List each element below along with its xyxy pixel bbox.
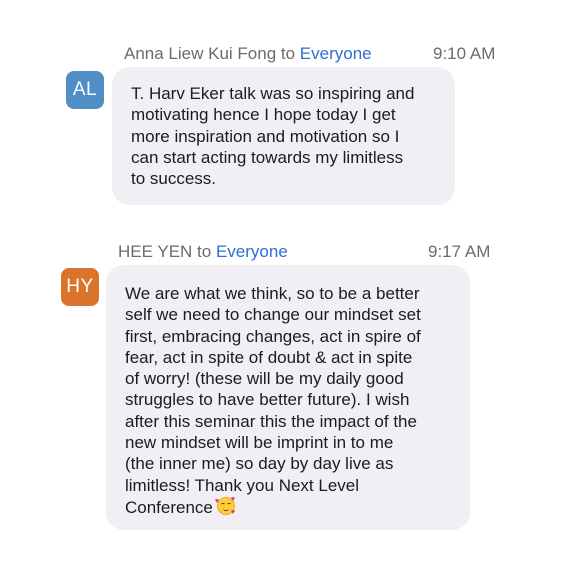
message-line: after this seminar this the impact of th… — [125, 411, 417, 431]
message-line: T. Harv Eker talk was so inspiring and — [131, 84, 415, 103]
avatar-initials: HY — [66, 276, 94, 297]
message-line: more inspiration and motivation so I — [131, 126, 400, 146]
message-timestamp: 9:17 AM — [428, 242, 491, 261]
message-line: struggles to have better future). I wish — [125, 390, 410, 410]
message-line: We are what we think, so to be a better — [125, 284, 420, 303]
message-header: Anna Liew Kui Fong to Everyone — [124, 44, 372, 64]
to-label: to — [192, 242, 216, 261]
message-line: Conference ♥ ♥ ♥ — [125, 496, 470, 518]
message-line-text: Conference — [125, 497, 213, 517]
message-line: first, embracing changes, act in spire o… — [125, 326, 421, 346]
message-line: fear, act in spite of doubt & act in spi… — [125, 347, 413, 367]
message-bubble[interactable]: T. Harv Eker talk was so inspiring and m… — [112, 67, 455, 205]
sender-name: Anna Liew Kui Fong — [124, 44, 277, 63]
message-timestamp: 9:10 AM — [433, 44, 496, 63]
message-line: to success. — [131, 169, 217, 189]
message-line: new mindset will be imprint in to me — [125, 433, 394, 453]
message-line: can start acting towards my limitless — [131, 147, 404, 167]
message-bubble[interactable]: We are what we think, so to be a better … — [106, 265, 470, 530]
message-line: (the inner me) so day by day live as — [125, 454, 394, 474]
avatar-initials: AL — [72, 79, 98, 100]
recipient-link[interactable]: Everyone — [216, 242, 288, 261]
message-line: limitless! Thank you Next Level — [125, 475, 360, 495]
message-line: self we need to change our mindset set — [125, 305, 421, 325]
recipient-link[interactable]: Everyone — [300, 44, 372, 63]
avatar[interactable]: HY — [61, 268, 99, 306]
sender-name: HEE YEN — [118, 242, 193, 261]
avatar[interactable]: AL — [66, 71, 104, 109]
smiling-face-with-hearts-icon: ♥ ♥ ♥ — [214, 495, 236, 516]
message-line: motivating hence I hope today I get — [131, 105, 396, 125]
message-line: of worry! (these will be my daily good — [125, 369, 404, 389]
message-header: HEE YEN to Everyone — [118, 242, 288, 262]
to-label: to — [276, 44, 300, 63]
